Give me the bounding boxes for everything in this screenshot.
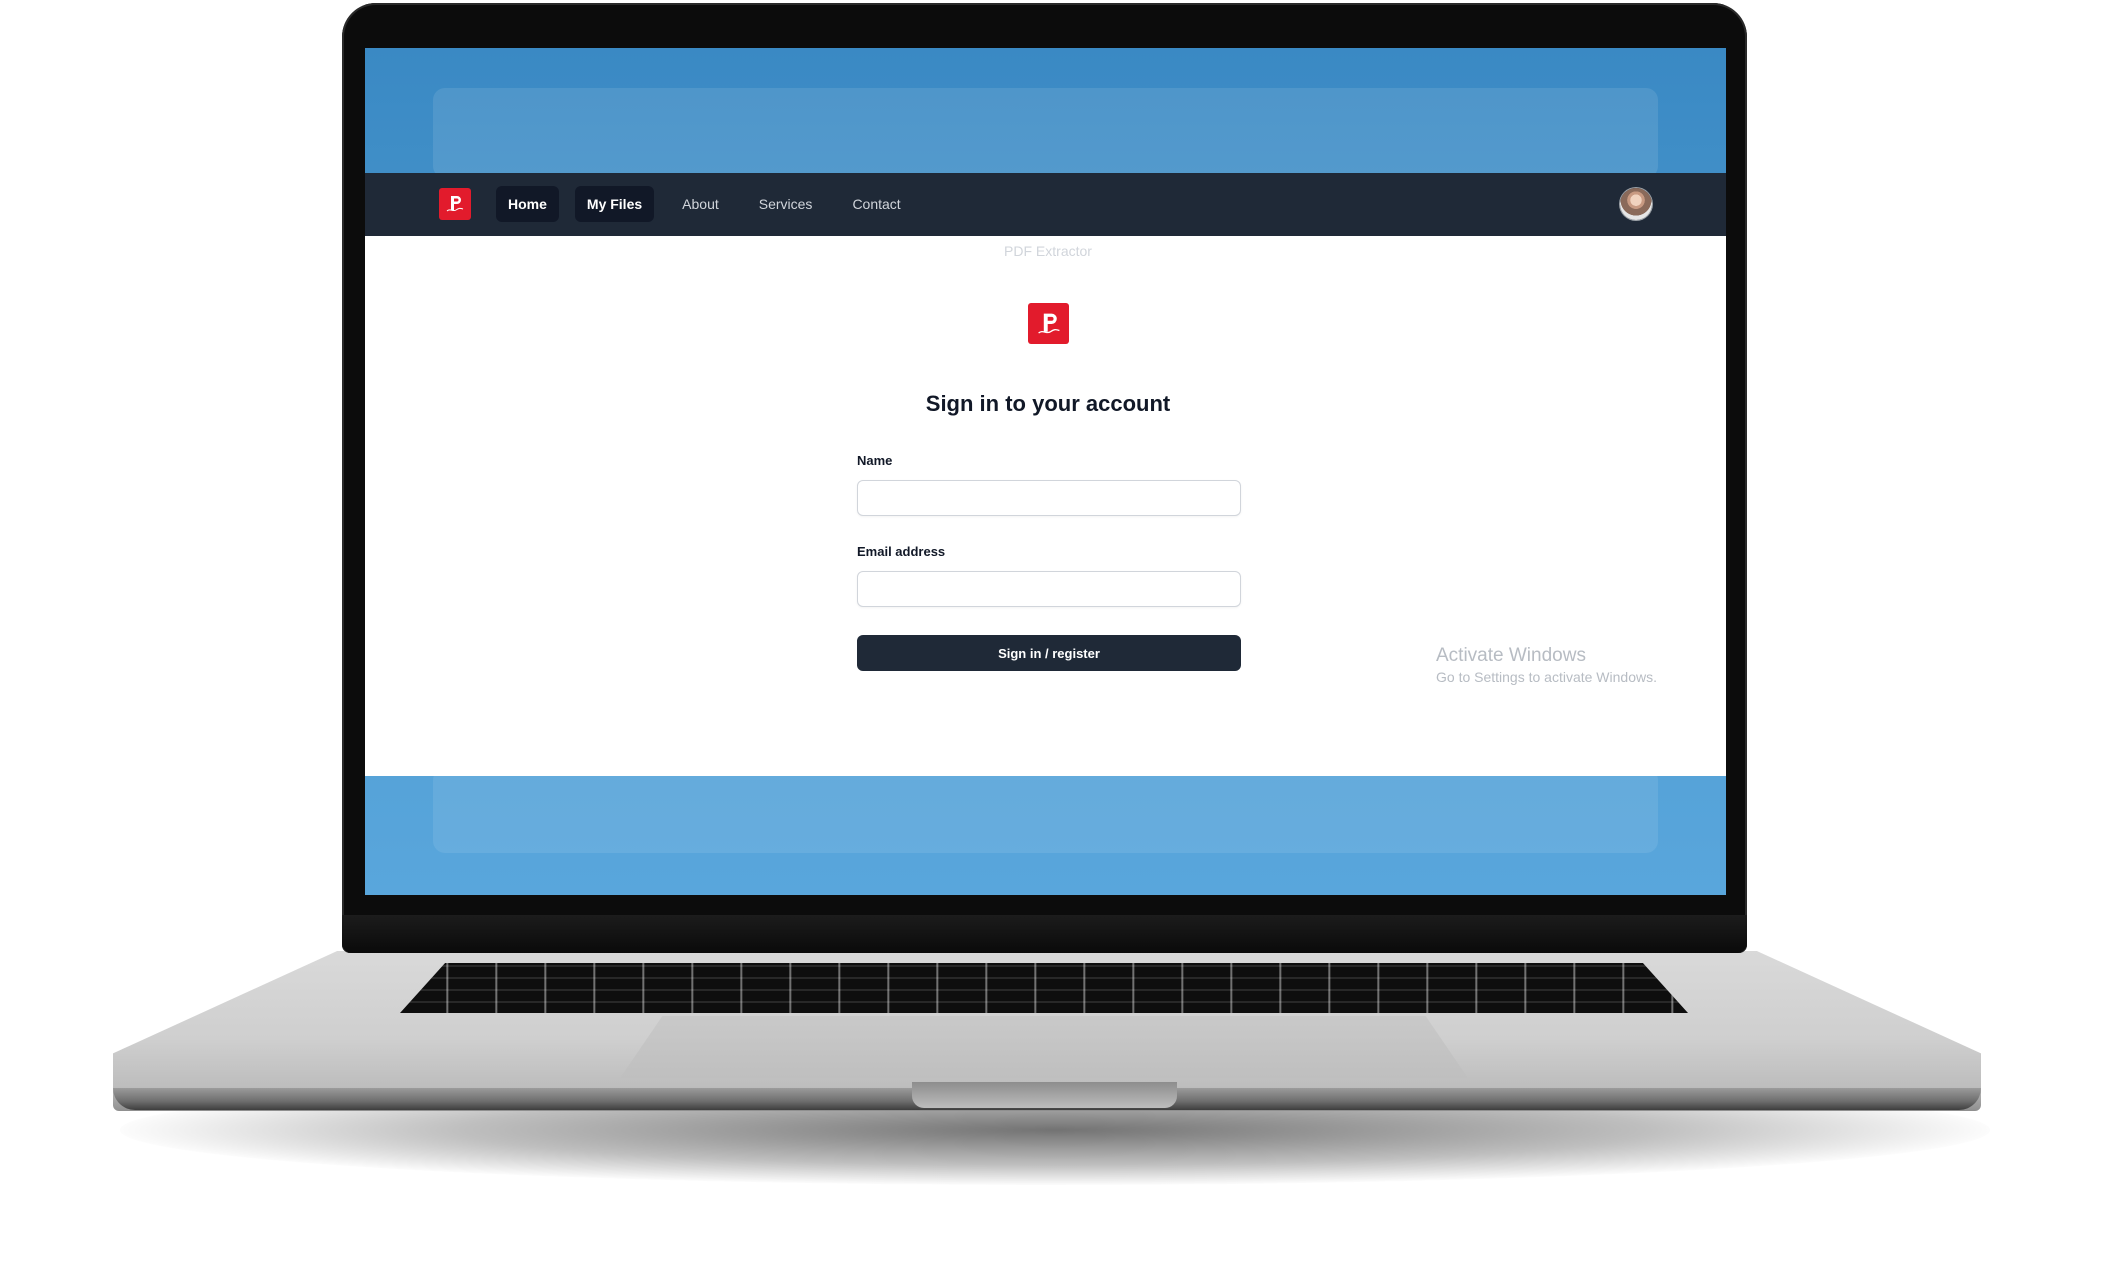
nav-about[interactable]: About (670, 186, 731, 222)
page-caption: PDF Extractor (1004, 243, 1092, 259)
laptop-notch (912, 1082, 1177, 1108)
navbar: Home My Files About Services Contact (365, 173, 1726, 236)
nav-contact[interactable]: Contact (840, 186, 912, 222)
laptop-mockup: Home My Files About Services Contact PDF… (0, 0, 2107, 1263)
email-label: Email address (857, 544, 946, 559)
background-panel-bottom (433, 768, 1658, 853)
laptop-screen: Home My Files About Services Contact PDF… (365, 48, 1726, 895)
laptop-trackpad (620, 1016, 1468, 1078)
watermark-title: Activate Windows (1436, 645, 1586, 666)
name-field-group: Name (857, 453, 1241, 516)
pdf-editor-logo-icon[interactable] (439, 188, 471, 220)
watermark-subtitle: Go to Settings to activate Windows. (1436, 669, 1657, 685)
laptop-hinge (342, 915, 1747, 953)
sign-in-form: Name Email address Sign in / register (857, 453, 1241, 671)
page-title: Sign in to your account (925, 391, 1171, 416)
nav-my-files[interactable]: My Files (574, 186, 655, 222)
nav-links: Home My Files About Services Contact (496, 186, 913, 222)
nav-home[interactable]: Home (496, 186, 559, 222)
user-avatar[interactable] (1620, 188, 1652, 220)
email-input[interactable] (857, 571, 1241, 607)
background-panel-top (433, 88, 1658, 178)
nav-services[interactable]: Services (747, 186, 825, 222)
pdf-editor-brand-icon (1028, 303, 1069, 344)
activate-windows-watermark: Activate Windows Go to Settings to activ… (1436, 645, 1657, 687)
name-input[interactable] (857, 480, 1241, 516)
web-app-window: Home My Files About Services Contact PDF… (365, 173, 1726, 776)
sign-in-register-button[interactable]: Sign in / register (857, 635, 1241, 671)
name-label: Name (857, 453, 893, 468)
email-field-group: Email address (857, 544, 1241, 607)
laptop-keyboard (400, 963, 1688, 1013)
